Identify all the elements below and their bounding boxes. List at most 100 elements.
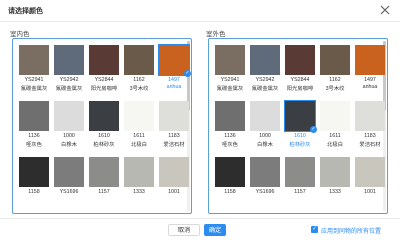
color-swatch-item[interactable]: YS2844 阳光房咖啡: [89, 45, 119, 97]
color-swatch-item[interactable]: 1001: [159, 157, 189, 209]
color-swatch-item[interactable]: 1000 白橡木: [250, 101, 280, 153]
swatch-name: 白橡木: [61, 142, 77, 148]
color-swatch[interactable]: [159, 157, 189, 187]
color-swatch-item[interactable]: 1497 anhua: [355, 45, 385, 97]
swatch-name: 哑灰色: [26, 142, 42, 148]
color-swatch-item[interactable]: 1136 哑灰色: [19, 101, 49, 153]
swatch-code: 1000: [259, 133, 271, 139]
color-swatch-item[interactable]: YS2942 氟碳金属灰: [250, 45, 280, 97]
dialog-footer: 取消 确定 ✓ 应用到同物的所有位置: [0, 218, 400, 240]
dialog-header: 请选择颜色: [0, 0, 400, 22]
selected-check-icon: ✓: [184, 70, 191, 77]
color-swatch-item[interactable]: 1183 爱洁石材: [159, 101, 189, 153]
color-swatch-item[interactable]: YS2942 氟碳金属灰: [54, 45, 84, 97]
color-swatch[interactable]: ✓: [284, 100, 317, 133]
color-swatch-item[interactable]: 1610 柏林砂灰: [89, 101, 119, 153]
swatch-name: 北极白: [131, 142, 147, 148]
color-swatch[interactable]: [355, 45, 385, 75]
swatch-name: 柏林砂灰: [289, 142, 311, 148]
color-swatch-item[interactable]: 1333: [124, 157, 154, 209]
swatch-code: YS2941: [220, 77, 240, 83]
color-swatch[interactable]: [250, 45, 280, 75]
color-swatch[interactable]: [320, 157, 350, 187]
swatch-name: 氟碳金属灰: [216, 86, 244, 92]
swatch-name: 柏林砂灰: [93, 142, 115, 148]
swatch-code: 1157: [98, 189, 110, 195]
color-swatch[interactable]: [124, 101, 154, 131]
color-swatch-item[interactable]: 1001: [355, 157, 385, 209]
color-swatch[interactable]: [89, 45, 119, 75]
swatch-code: 1333: [329, 189, 341, 195]
swatch-code: YS2844: [290, 77, 310, 83]
swatch-code: 1162: [133, 77, 145, 83]
color-swatch[interactable]: [285, 45, 315, 75]
color-swatch[interactable]: [19, 101, 49, 131]
interior-swatch-grid: YS2941 氟碳金属灰 YS2942 氟碳金属灰 YS2844 阳光房咖啡 1162 3号木…: [12, 38, 192, 214]
selected-check-icon: ✓: [310, 126, 317, 133]
color-swatch[interactable]: [285, 157, 315, 187]
color-swatch[interactable]: [54, 101, 84, 131]
color-swatch-item[interactable]: 1158: [215, 157, 245, 209]
apply-all-label: 应用到同物的所有位置: [321, 229, 382, 235]
color-swatch-item[interactable]: 1611 北极白: [320, 101, 350, 153]
color-swatch-item[interactable]: 1157: [285, 157, 315, 209]
swatch-code: YS1696: [59, 189, 79, 195]
interior-color-panel: 室内色 YS2941 氟碳金属灰 YS2942 氟碳金属灰 YS2844 阳光房咖啡 116…: [8, 28, 198, 216]
color-swatch[interactable]: [215, 157, 245, 187]
color-swatch-item[interactable]: ✓ 1610 柏林砂灰: [284, 100, 317, 153]
color-swatch[interactable]: [159, 101, 189, 131]
color-swatch[interactable]: [89, 101, 119, 131]
ok-button[interactable]: 确定: [204, 224, 226, 236]
apply-all-checkbox[interactable]: ✓: [311, 226, 318, 233]
swatch-code: 1610: [98, 133, 110, 139]
color-swatch[interactable]: [320, 101, 350, 131]
color-swatch-item[interactable]: YS1696: [54, 157, 84, 209]
swatch-name: anhua: [362, 84, 378, 90]
swatch-code: 1610: [294, 133, 306, 139]
swatch-code: 1333: [133, 189, 145, 195]
color-swatch[interactable]: ✓: [158, 44, 191, 77]
color-swatch-item[interactable]: YS2941 氟碳金属灰: [215, 45, 245, 97]
color-swatch[interactable]: [250, 157, 280, 187]
swatch-code: 1611: [329, 133, 341, 139]
swatch-code: 1183: [168, 133, 180, 139]
color-swatch-item[interactable]: 1183 爱洁石材: [355, 101, 385, 153]
color-swatch[interactable]: [250, 101, 280, 131]
swatch-name: 氟碳金属灰: [55, 86, 83, 92]
swatch-code: 1157: [294, 189, 306, 195]
color-swatch[interactable]: [19, 157, 49, 187]
color-swatch[interactable]: [215, 101, 245, 131]
color-swatch-item[interactable]: 1136 哑灰色: [215, 101, 245, 153]
color-swatch-item[interactable]: 1162 3号木纹: [320, 45, 350, 97]
color-swatch[interactable]: [355, 101, 385, 131]
color-swatch[interactable]: [89, 157, 119, 187]
swatch-name: 3号木纹: [325, 86, 345, 92]
color-swatch[interactable]: [19, 45, 49, 75]
swatch-code: 1000: [63, 133, 75, 139]
color-swatch[interactable]: [124, 45, 154, 75]
color-swatch[interactable]: [320, 45, 350, 75]
color-swatch-item[interactable]: 1611 北极白: [124, 101, 154, 153]
swatch-code: 1183: [364, 133, 376, 139]
swatch-code: 1162: [329, 77, 341, 83]
color-swatch[interactable]: [54, 157, 84, 187]
color-swatch[interactable]: [355, 157, 385, 187]
color-swatch[interactable]: [215, 45, 245, 75]
color-swatch[interactable]: [54, 45, 84, 75]
color-swatch[interactable]: [124, 157, 154, 187]
swatch-name: 阳光房咖啡: [90, 86, 118, 92]
swatch-name: 爱洁石材: [163, 142, 185, 148]
color-swatch-item[interactable]: 1157: [89, 157, 119, 209]
exterior-swatch-grid: YS2941 氟碳金属灰 YS2942 氟碳金属灰 YS2844 阳光房咖啡 1162 3号木…: [208, 38, 388, 214]
color-swatch-item[interactable]: 1162 3号木纹: [124, 45, 154, 97]
swatch-name: 3号木纹: [129, 86, 149, 92]
color-swatch-item[interactable]: ✓ 1497 anhua: [158, 44, 191, 97]
color-swatch-item[interactable]: YS2844 阳光房咖啡: [285, 45, 315, 97]
color-swatch-item[interactable]: 1000 白橡木: [54, 101, 84, 153]
close-icon[interactable]: [378, 3, 392, 17]
color-swatch-item[interactable]: YS1696: [250, 157, 280, 209]
color-swatch-item[interactable]: 1158: [19, 157, 49, 209]
color-swatch-item[interactable]: YS2941 氟碳金属灰: [19, 45, 49, 97]
color-swatch-item[interactable]: 1333: [320, 157, 350, 209]
cancel-button[interactable]: 取消: [168, 224, 200, 236]
